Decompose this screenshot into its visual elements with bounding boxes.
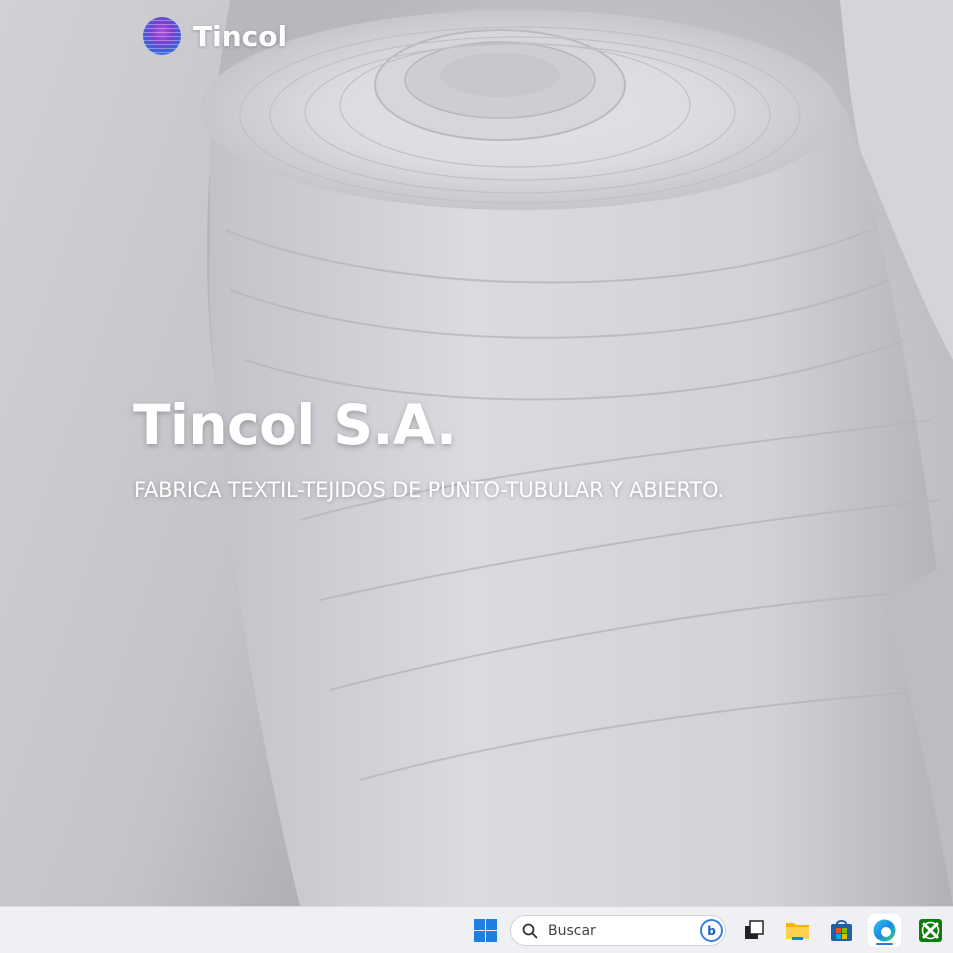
- microsoft-store-icon[interactable]: [827, 916, 856, 945]
- file-explorer-icon[interactable]: [783, 916, 812, 945]
- xbox-icon[interactable]: [916, 916, 945, 945]
- bing-icon[interactable]: b: [700, 919, 723, 942]
- search-placeholder: Buscar: [548, 923, 596, 939]
- search-icon: [522, 923, 538, 939]
- task-view-icon[interactable]: [740, 916, 769, 945]
- windows-taskbar: Buscar b: [0, 906, 953, 953]
- edge-browser-tab[interactable]: [868, 914, 901, 947]
- edge-browser-icon: [873, 919, 896, 945]
- taskbar-search-box[interactable]: Buscar b: [510, 915, 726, 946]
- page-subtitle: FABRICA TEXTIL-TEJIDOS DE PUNTO-TUBULAR …: [134, 478, 724, 502]
- hero-section: Tincol Tincol S.A. FABRICA TEXTIL-TEJIDO…: [0, 0, 953, 906]
- windows-start-icon[interactable]: [474, 919, 497, 942]
- brand-name[interactable]: Tincol: [193, 20, 287, 53]
- tincol-logo-icon[interactable]: [143, 17, 181, 55]
- page-title: Tincol S.A.: [133, 393, 457, 457]
- brand-header[interactable]: Tincol: [143, 16, 287, 56]
